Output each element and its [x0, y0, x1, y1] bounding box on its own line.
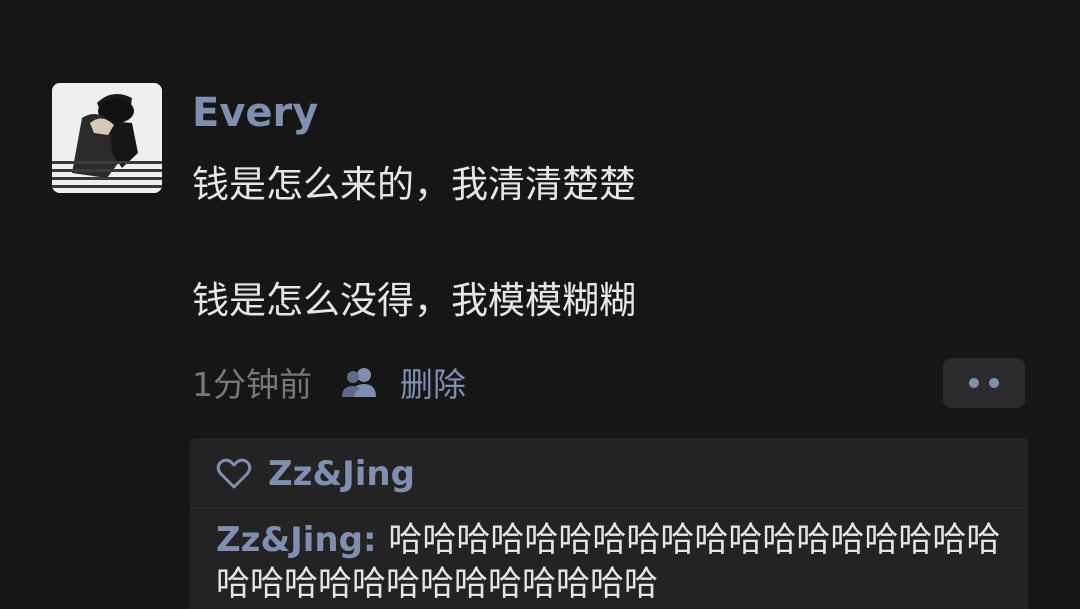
more-button[interactable]	[943, 358, 1025, 408]
people-icon[interactable]	[338, 365, 382, 399]
divider	[190, 508, 1028, 509]
post-line-gap	[192, 214, 952, 272]
avatar-image	[52, 83, 162, 193]
likes-row: Zz&Jing	[216, 452, 415, 496]
comment-author[interactable]: Zz&Jing	[216, 520, 363, 560]
post-meta: 1分钟前 删除	[192, 360, 466, 404]
post-line: 钱是怎么没得，我模模糊糊	[192, 279, 636, 322]
comment-separator: :	[362, 520, 389, 560]
heart-icon	[216, 458, 252, 490]
moments-post: Every 钱是怎么来的，我清清楚楚 钱是怎么没得，我模模糊糊 1分钟前 删除	[0, 0, 1080, 609]
delete-button[interactable]: 删除	[400, 358, 466, 406]
post-content: 钱是怎么来的，我清清楚楚 钱是怎么没得，我模模糊糊	[192, 156, 952, 330]
more-dots-icon	[969, 378, 979, 388]
liker-name[interactable]: Zz&Jing	[268, 454, 415, 494]
more-dots-icon	[989, 378, 999, 388]
avatar[interactable]	[52, 83, 162, 193]
likes-comments-panel: Zz&Jing Zz&Jing: 哈哈哈哈哈哈哈哈哈哈哈哈哈哈哈哈哈哈哈哈哈哈哈…	[190, 438, 1028, 609]
author-name[interactable]: Every	[192, 88, 318, 138]
comment[interactable]: Zz&Jing: 哈哈哈哈哈哈哈哈哈哈哈哈哈哈哈哈哈哈哈哈哈哈哈哈哈哈哈哈哈哈哈	[216, 518, 1006, 606]
post-time: 1分钟前	[192, 365, 312, 404]
post-line: 钱是怎么来的，我清清楚楚	[192, 163, 636, 206]
